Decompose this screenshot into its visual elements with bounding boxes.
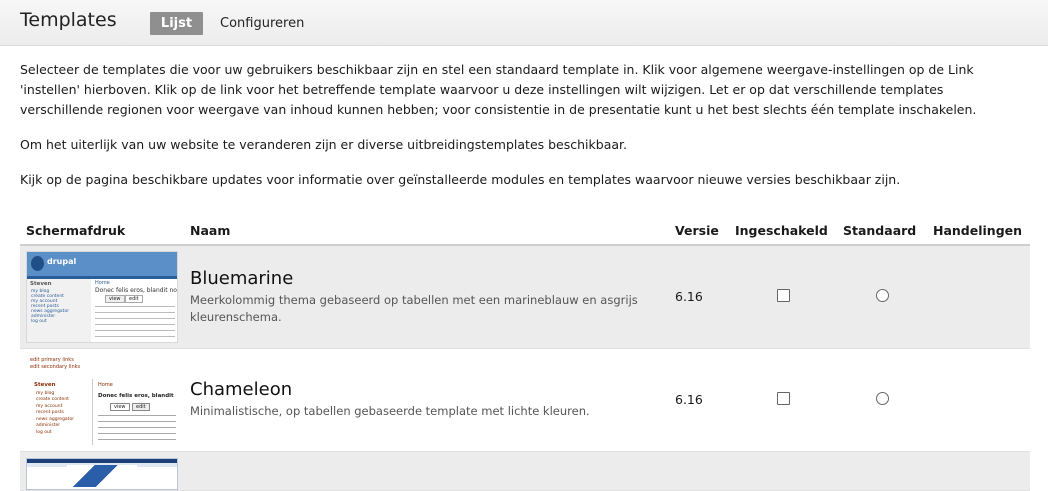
actions-cell <box>927 245 1030 348</box>
column-header-screenshot[interactable]: Schermafdruk <box>20 216 184 246</box>
default-radio[interactable] <box>875 391 889 405</box>
tab-configure[interactable]: Configureren <box>220 16 304 31</box>
screenshot-primary-links: edit primary links <box>30 356 74 363</box>
table-row: drupal Steven my blog create content my … <box>20 245 1030 348</box>
themes-table: Schermafdruk Naam Versie Ingeschakeld St… <box>20 216 1030 491</box>
column-header-version[interactable]: Versie <box>669 216 729 246</box>
screenshot-cell <box>20 451 184 490</box>
screenshot-link: create content <box>36 397 69 402</box>
screenshot-tab-view: view <box>110 402 130 411</box>
theme-name[interactable]: Chameleon <box>190 379 663 400</box>
screenshot-tab-view: view <box>105 294 125 303</box>
theme-screenshot[interactable] <box>26 457 178 490</box>
screenshot-link: log out <box>36 429 52 435</box>
screenshot-cell: edit primary links edit secondary links … <box>20 348 184 451</box>
theme-screenshot[interactable]: edit primary links edit secondary links … <box>26 354 176 445</box>
page-header: Templates Lijst Configureren <box>0 0 1048 46</box>
name-cell: Chameleon Minimalistische, op tabellen g… <box>184 348 669 451</box>
intro-paragraph: Selecteer de templates die voor uw gebru… <box>20 62 977 117</box>
screenshot-breadcrumb: Home <box>98 381 113 388</box>
intro-paragraph: Kijk op de pagina beschikbare updates vo… <box>20 172 901 187</box>
page-title: Templates <box>20 9 117 31</box>
screenshot-divider <box>92 378 93 445</box>
screenshot-headline: Donec felis eros, blandit non <box>95 286 177 294</box>
intro-paragraph: Om het uiterlijk van uw website te veran… <box>20 137 627 152</box>
screenshot-tab-edit: edit <box>125 294 143 303</box>
screenshot-sidebar: Steven my blog create content my account… <box>27 278 91 342</box>
screenshot-sidebar-heading: Steven <box>34 381 56 388</box>
column-header-actions[interactable]: Handelingen <box>927 216 1030 246</box>
screenshot-tab-edit: edit <box>132 402 150 411</box>
table-row <box>20 451 1030 490</box>
enabled-cell <box>729 348 837 451</box>
default-cell <box>837 348 927 451</box>
screenshot-breadcrumb: Home <box>95 279 110 286</box>
theme-description: Minimalistische, op tabellen gebaseerde … <box>190 404 590 418</box>
screenshot-secondary-links: edit secondary links <box>30 363 81 370</box>
screenshot-cell: drupal Steven my blog create content my … <box>20 245 184 348</box>
enabled-checkbox[interactable] <box>776 391 790 405</box>
column-header-name[interactable]: Naam <box>184 216 669 246</box>
screenshot-body-text <box>95 303 175 340</box>
theme-name[interactable]: Bluemarine <box>190 268 663 289</box>
theme-screenshot[interactable]: drupal Steven my blog create content my … <box>26 250 178 343</box>
screenshot-headline: Donec felis eros, blandit non <box>98 392 176 399</box>
column-header-default[interactable]: Standaard <box>837 216 927 246</box>
table-row: edit primary links edit secondary links … <box>20 348 1030 451</box>
screenshot-logo-text: drupal <box>47 256 77 266</box>
screenshot-body-text <box>98 412 176 443</box>
enabled-cell <box>729 245 837 348</box>
default-cell <box>837 245 927 348</box>
column-header-enabled[interactable]: Ingeschakeld <box>729 216 837 246</box>
drupal-drop-icon <box>31 255 44 271</box>
screenshot-link: log out <box>31 318 47 324</box>
name-cell: Bluemarine Meerkolommig thema gebaseerd … <box>184 245 669 348</box>
table-header-row: Schermafdruk Naam Versie Ingeschakeld St… <box>20 216 1030 246</box>
enabled-checkbox[interactable] <box>776 288 790 302</box>
theme-description: Meerkolommig thema gebaseerd op tabellen… <box>190 292 638 324</box>
screenshot-sidebar-heading: Steven <box>30 280 52 287</box>
default-radio[interactable] <box>875 288 889 302</box>
screenshot-graphic <box>67 464 137 487</box>
actions-cell <box>927 348 1030 451</box>
version-cell: 6.16 <box>675 392 703 407</box>
tab-list[interactable]: Lijst <box>150 12 203 35</box>
version-cell: 6.16 <box>675 289 703 305</box>
